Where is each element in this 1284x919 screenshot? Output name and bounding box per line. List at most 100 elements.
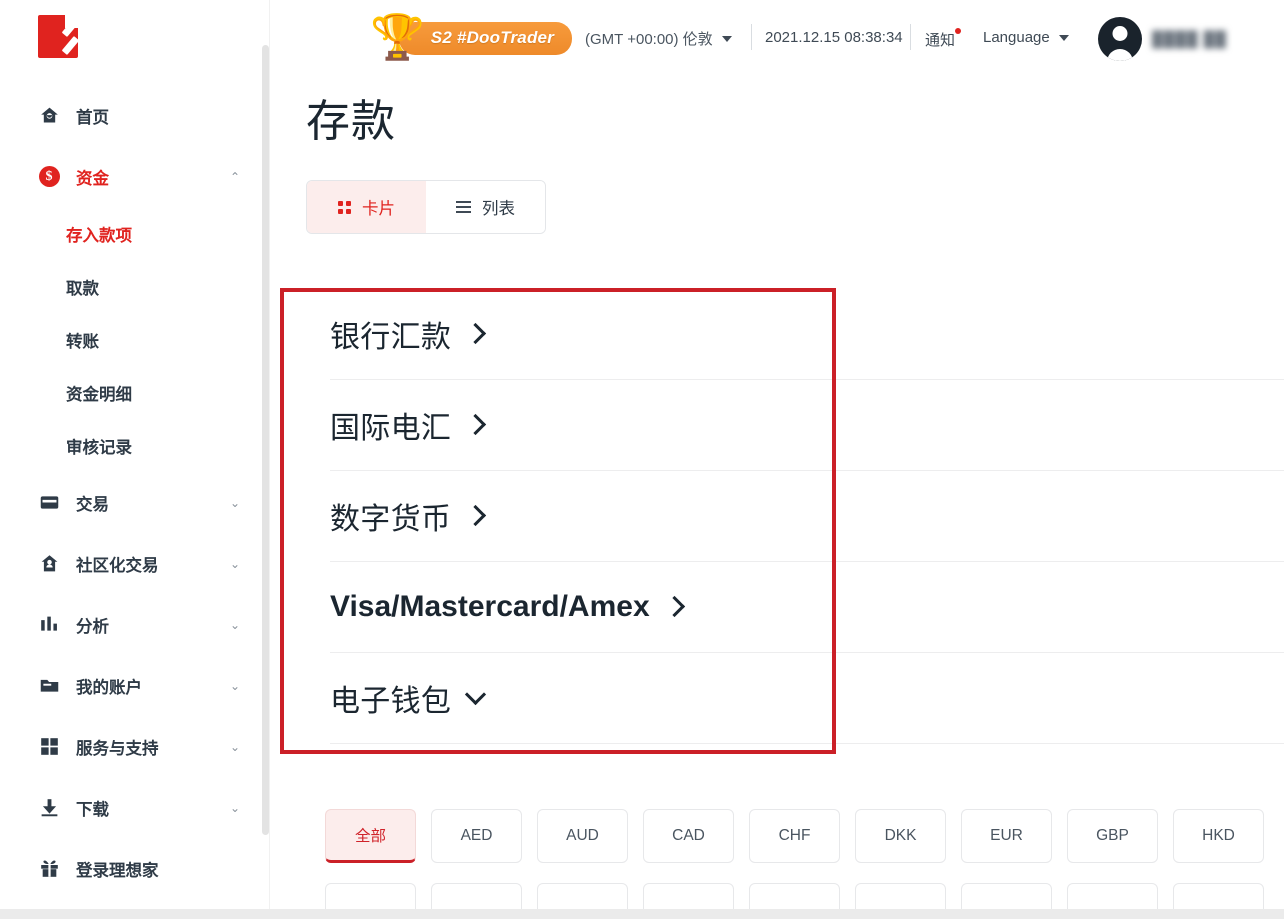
sidebar-item-label: 首页: [76, 104, 240, 128]
chip-label: DKK: [885, 827, 917, 845]
payment-method-credit-card[interactable]: Visa/Mastercard/Amex: [305, 561, 1284, 652]
sidebar-item-label: 服务与支持: [76, 735, 230, 759]
chevron-down-icon: ⌄: [230, 558, 240, 570]
tab-label: 列表: [482, 195, 515, 219]
folder-icon: [38, 675, 60, 697]
chevron-down-icon: ⌄: [230, 741, 240, 753]
sidebar-subitem-fund-details[interactable]: 资金明细: [0, 366, 262, 419]
currency-chip-gbp[interactable]: GBP: [1067, 809, 1158, 863]
sidebar-subitem-deposit[interactable]: 存入款项: [0, 207, 262, 260]
sidebar-subitem-audit-records[interactable]: 审核记录: [0, 419, 262, 472]
page-bottom-scrollbar[interactable]: [0, 909, 1284, 919]
sidebar-subitem-label: 取款: [66, 275, 99, 299]
brand-logo[interactable]: [38, 15, 78, 58]
sidebar-item-services-support[interactable]: 服务与支持 ⌄: [0, 716, 262, 777]
account-menu[interactable]: ████ ██: [1098, 17, 1227, 61]
sidebar-subitem-withdraw[interactable]: 取款: [0, 260, 262, 313]
chip-label: AED: [461, 827, 493, 845]
chevron-down-icon: ⌄: [230, 680, 240, 692]
currency-chip-aud[interactable]: AUD: [537, 809, 628, 863]
sidebar-item-label: 下载: [76, 796, 230, 820]
social-trading-icon: [38, 553, 60, 575]
trade-card-icon: [38, 492, 60, 514]
sidebar-scrollbar-thumb[interactable]: [262, 45, 269, 835]
sidebar-item-label: 登录理想家: [76, 857, 240, 881]
currency-chip-chf[interactable]: CHF: [749, 809, 840, 863]
chevron-down-icon: ⌄: [230, 619, 240, 631]
doo-prime-logo-icon: [38, 15, 78, 58]
main-content: 存款 卡片 列表 银行汇款 国际电汇: [270, 78, 1284, 919]
sidebar-subitem-label: 存入款项: [66, 222, 132, 246]
currency-chip-cad[interactable]: CAD: [643, 809, 734, 863]
sidebar-item-label: 社区化交易: [76, 552, 230, 576]
tab-list-view[interactable]: 列表: [426, 181, 545, 233]
payment-method-crypto[interactable]: 数字货币: [305, 470, 1284, 561]
server-datetime: 2021.12.15 08:38:34: [765, 29, 903, 46]
view-mode-toggle: 卡片 列表: [306, 180, 546, 234]
chip-label: EUR: [990, 827, 1023, 845]
username-label: ████ ██: [1152, 31, 1227, 48]
sidebar-item-social-trading[interactable]: 社区化交易 ⌄: [0, 533, 262, 594]
chip-label: 全部: [355, 824, 386, 846]
funds-dollar-icon: $: [38, 166, 60, 188]
sidebar-subitem-transfer[interactable]: 转账: [0, 313, 262, 366]
promo-badge[interactable]: 🏆 S2 #DooTrader: [370, 12, 572, 64]
payment-method-label: 数字货币: [330, 494, 451, 538]
sidebar-subitem-label: 审核记录: [66, 434, 132, 458]
currency-chip-eur[interactable]: EUR: [961, 809, 1052, 863]
chevron-down-icon: ⌄: [230, 497, 240, 509]
list-view-icon: [456, 201, 471, 213]
currency-chip-all[interactable]: 全部: [325, 809, 416, 863]
chip-label: AUD: [566, 827, 599, 845]
home-icon: [38, 105, 60, 127]
chevron-right-icon: [664, 596, 685, 617]
analysis-bars-icon: [38, 614, 60, 636]
currency-filter-chips: 全部 AED AUD CAD CHF DKK EUR GBP HKD: [325, 809, 1284, 919]
language-selector[interactable]: Language: [983, 29, 1069, 46]
app-root: 首页 $ 资金 ⌃ 存入款项 取款 转账 资金明细: [0, 0, 1284, 919]
sidebar-item-my-account[interactable]: 我的账户 ⌄: [0, 655, 262, 716]
grid-view-icon: [338, 201, 351, 214]
chip-label: CHF: [779, 827, 811, 845]
currency-chip-dkk[interactable]: DKK: [855, 809, 946, 863]
caret-down-icon: [722, 36, 732, 42]
payment-method-ewallet[interactable]: 电子钱包: [305, 652, 1284, 743]
chip-label: GBP: [1096, 827, 1129, 845]
chip-label: CAD: [672, 827, 705, 845]
chevron-down-icon: [465, 683, 486, 704]
download-icon: [38, 797, 60, 819]
payment-methods-list: 银行汇款 国际电汇 数字货币 Visa/Mastercard/Amex 电子钱包: [305, 288, 1284, 743]
chevron-right-icon: [465, 414, 486, 435]
sidebar-subitem-label: 资金明细: [66, 381, 132, 405]
sidebar-item-home[interactable]: 首页: [0, 85, 262, 146]
page-title: 存款: [306, 85, 396, 149]
caret-down-icon: [1059, 35, 1069, 41]
gift-icon: [38, 858, 60, 880]
payment-method-bank-transfer[interactable]: 银行汇款: [305, 288, 1284, 379]
sidebar-item-rewards[interactable]: 登录理想家: [0, 838, 262, 899]
sidebar-item-trading[interactable]: 交易 ⌄: [0, 472, 262, 533]
language-label: Language: [983, 29, 1050, 46]
currency-chip-hkd[interactable]: HKD: [1173, 809, 1264, 863]
chevron-right-icon: [465, 323, 486, 344]
payment-method-international-wire[interactable]: 国际电汇: [305, 379, 1284, 470]
payment-method-label: Visa/Mastercard/Amex: [330, 590, 650, 624]
timezone-selector[interactable]: (GMT +00:00) 伦敦: [585, 28, 732, 49]
sidebar-item-download[interactable]: 下载 ⌄: [0, 777, 262, 838]
payment-method-label: 电子钱包: [330, 676, 451, 720]
header-divider-1: [751, 24, 752, 50]
currency-chip-aed[interactable]: AED: [431, 809, 522, 863]
trophy-icon: 🏆: [370, 16, 425, 60]
sidebar-item-funds[interactable]: $ 资金 ⌃: [0, 146, 262, 207]
notification-unread-dot: [955, 28, 961, 34]
chevron-up-icon: ⌃: [230, 171, 240, 183]
sidebar-item-analysis[interactable]: 分析 ⌄: [0, 594, 262, 655]
sidebar-subitem-label: 转账: [66, 328, 99, 352]
tab-label: 卡片: [362, 195, 395, 219]
sidebar-item-label: 资金: [76, 165, 230, 189]
sidebar-item-label: 我的账户: [76, 674, 230, 698]
sidebar-item-label: 分析: [76, 613, 230, 637]
notifications-button[interactable]: 通知: [925, 29, 955, 50]
tab-card-view[interactable]: 卡片: [307, 181, 426, 233]
user-avatar-icon: [1098, 17, 1142, 61]
